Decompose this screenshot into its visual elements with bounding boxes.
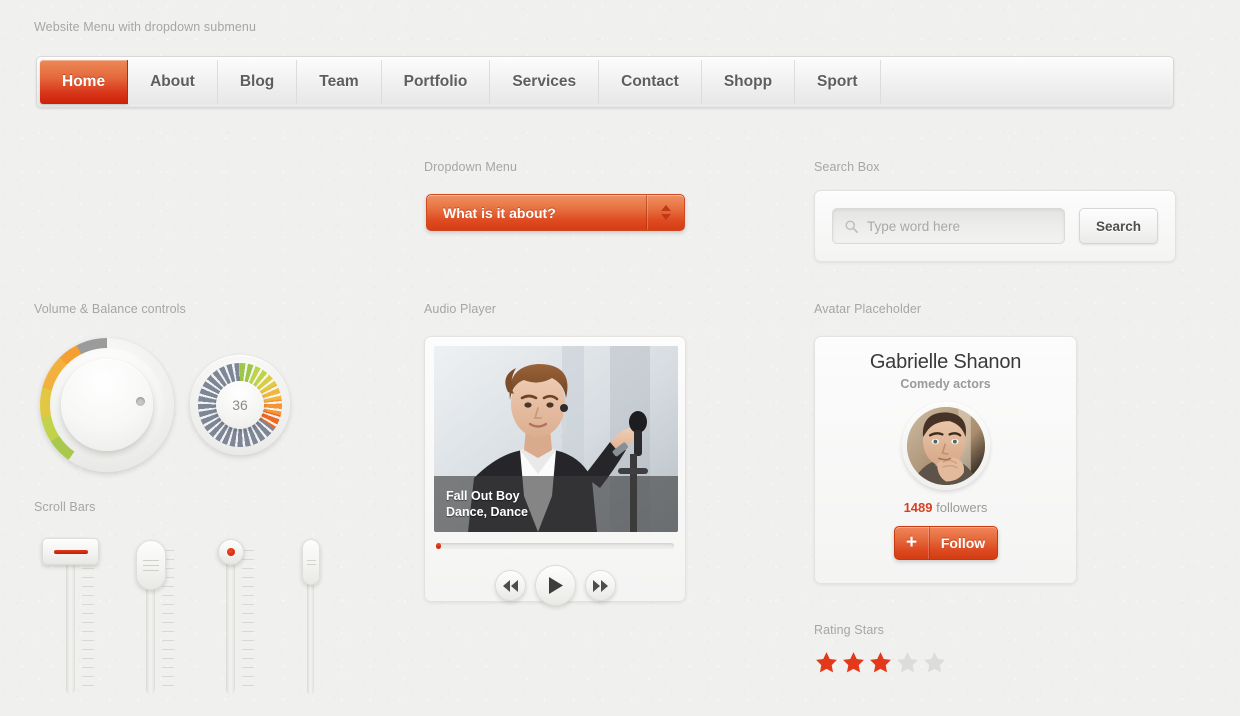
balance-knob[interactable]: 36 — [190, 355, 290, 455]
transport-controls — [434, 565, 676, 606]
next-button[interactable] — [584, 570, 616, 601]
slider-handle-oval[interactable] — [136, 540, 166, 590]
nav-item-contact[interactable]: Contact — [599, 60, 702, 104]
nav-label: Team — [319, 73, 359, 90]
track-info-overlay: Fall Out Boy Dance, Dance — [434, 476, 678, 532]
star-icon-1[interactable] — [814, 650, 839, 675]
slider-handle-round[interactable] — [218, 539, 244, 565]
nav-label: Contact — [621, 73, 679, 90]
star-icon-5[interactable] — [922, 650, 947, 675]
slider-handle-narrow[interactable] — [302, 539, 320, 585]
slider-four[interactable] — [286, 538, 340, 696]
search-box: Search — [814, 190, 1176, 262]
nav-label: Sport — [817, 73, 858, 90]
search-icon — [845, 219, 858, 233]
followers-number: 1489 — [903, 500, 933, 515]
nav-label: Services — [512, 73, 577, 90]
handle-grip-line-icon — [143, 559, 159, 561]
handle-grip-line-icon — [306, 559, 316, 561]
plus-icon: + — [895, 527, 930, 559]
handle-grip-line-icon — [306, 563, 316, 565]
search-input[interactable] — [867, 218, 1053, 234]
avatar-section-label: Avatar Placeholder — [814, 302, 922, 316]
nav-item-services[interactable]: Services — [490, 60, 600, 104]
search-button[interactable]: Search — [1079, 208, 1158, 244]
search-field-wrapper[interactable] — [832, 208, 1065, 244]
avatar[interactable] — [901, 402, 990, 490]
search-section-label: Search Box — [814, 160, 880, 174]
nav-empty-space — [880, 60, 1170, 104]
followers-word: followers — [936, 500, 988, 515]
slider-one[interactable] — [42, 538, 100, 696]
audio-player: Fall Out Boy Dance, Dance — [424, 336, 686, 606]
nav-item-home[interactable]: Home — [40, 60, 129, 104]
dropdown-section-label: Dropdown Menu — [424, 160, 518, 174]
audio-section-label: Audio Player — [424, 302, 497, 316]
nav-label: Home — [62, 73, 106, 90]
nav-item-shopp[interactable]: Shopp — [701, 60, 796, 104]
previous-button[interactable] — [494, 570, 526, 601]
fast-forward-icon — [592, 579, 608, 592]
nav-label: Shopp — [723, 73, 773, 90]
scroll-bars-group — [42, 538, 340, 696]
dropdown-stepper-arrows[interactable] — [646, 195, 684, 230]
avatar-photo — [906, 407, 985, 485]
dropdown-select[interactable]: What is it about? — [426, 194, 685, 231]
album-artwork: Fall Out Boy Dance, Dance — [434, 346, 678, 532]
nav-label: Blog — [239, 73, 275, 90]
volume-knob-indicator-dot — [136, 397, 145, 406]
nav-item-about[interactable]: About — [128, 60, 218, 104]
slider-track — [226, 546, 235, 694]
playback-progress-fill — [436, 543, 441, 549]
followers-count-text: 1489 followers — [904, 500, 988, 515]
knobs-section-label: Volume & Balance controls — [34, 302, 186, 316]
play-button[interactable] — [534, 565, 576, 606]
nav-label: About — [150, 73, 195, 90]
handle-grip-bar-icon — [53, 549, 88, 554]
nav-item-portfolio[interactable]: Portfolio — [381, 60, 491, 104]
slider-tick-marks — [82, 550, 94, 692]
chevron-down-icon — [660, 214, 671, 220]
track-title: Dance, Dance — [446, 505, 528, 519]
nav-label: Portfolio — [403, 73, 468, 90]
rating-section-label: Rating Stars — [814, 623, 884, 637]
nav-item-team[interactable]: Team — [297, 60, 382, 104]
playback-progress-bar[interactable] — [436, 543, 674, 549]
nav-item-sport[interactable]: Sport — [795, 60, 881, 104]
main-navigation: Home About Blog Team Portfolio Services … — [36, 56, 1174, 108]
dropdown-selected-value: What is it about? — [443, 204, 556, 221]
track-artist: Fall Out Boy — [446, 489, 520, 503]
slider-three[interactable] — [206, 538, 260, 696]
profile-name: Gabrielle Shanon — [869, 351, 1022, 373]
star-icon-4[interactable] — [895, 650, 920, 675]
slider-two[interactable] — [126, 538, 180, 696]
sliders-section-label: Scroll Bars — [34, 500, 96, 514]
handle-grip-line-icon — [143, 569, 159, 571]
handle-grip-line-icon — [143, 564, 159, 566]
balance-knob-value: 36 — [216, 381, 264, 429]
handle-dot-icon — [227, 548, 235, 556]
avatar-portrait-image — [906, 407, 985, 485]
page-top-caption: Website Menu with dropdown submenu — [34, 20, 257, 34]
avatar-placeholder-card: Gabrielle Shanon Comedy actors 1489 foll… — [814, 336, 1077, 584]
star-icon-2[interactable] — [841, 650, 866, 675]
slider-tick-marks — [242, 550, 254, 692]
chevron-up-icon — [660, 205, 671, 211]
nav-item-blog[interactable]: Blog — [217, 60, 298, 104]
rewind-icon — [502, 579, 518, 592]
slider-track — [66, 546, 75, 694]
play-icon — [548, 577, 563, 594]
profile-role: Comedy actors — [900, 377, 991, 391]
star-icon-3[interactable] — [868, 650, 893, 675]
follow-button-label: Follow — [940, 535, 986, 551]
slider-handle-wide[interactable] — [42, 538, 99, 565]
follow-button[interactable]: + Follow — [893, 526, 998, 560]
volume-knob[interactable] — [40, 338, 174, 472]
rating-stars — [814, 650, 947, 675]
